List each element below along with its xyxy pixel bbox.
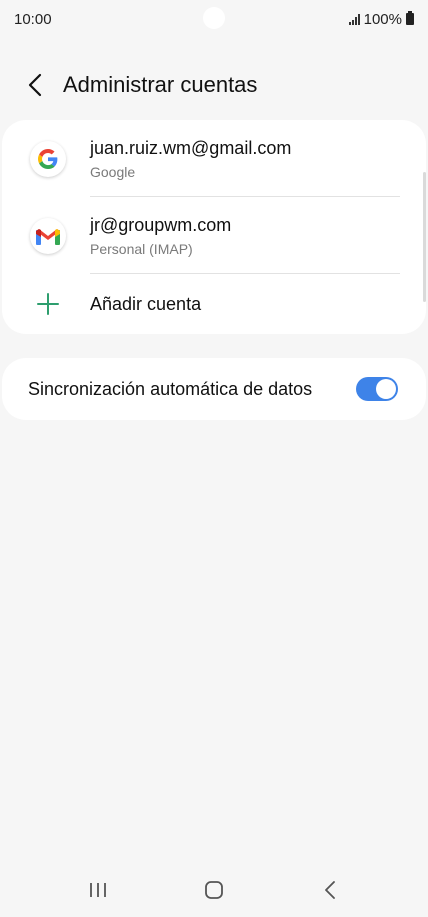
add-account-label: Añadir cuenta: [90, 293, 202, 314]
google-icon: [30, 140, 66, 177]
account-type: Personal (IMAP): [90, 241, 193, 257]
battery-icon: [406, 11, 414, 25]
back-button[interactable]: [12, 62, 58, 108]
navigation-bar: [0, 863, 428, 917]
camera-cutout: [203, 7, 225, 29]
home-icon: [205, 881, 223, 899]
account-text: juan.ruiz.wm@gmail.com Google: [90, 136, 291, 182]
signal-icon: [348, 13, 360, 25]
account-email: jr@groupwm.com: [90, 215, 232, 235]
status-time: 10:00: [14, 10, 52, 28]
accounts-card: juan.ruiz.wm@gmail.com Google jr@groupwm…: [2, 120, 426, 334]
sync-label: Sincronización automática de datos: [28, 378, 313, 399]
add-account-button[interactable]: Añadir cuenta: [2, 274, 426, 334]
page-title: Administrar cuentas: [63, 72, 258, 97]
account-email: juan.ruiz.wm@gmail.com: [90, 138, 292, 158]
toggle-knob: [376, 379, 396, 399]
sync-toggle[interactable]: [356, 377, 398, 401]
sync-card[interactable]: Sincronización automática de datos: [2, 358, 426, 420]
recents-icon: [90, 883, 106, 897]
nav-back-button[interactable]: [305, 870, 355, 910]
home-button[interactable]: [189, 870, 239, 910]
account-type: Google: [90, 164, 136, 180]
back-icon: [325, 881, 335, 899]
battery-percent: 100%: [363, 10, 402, 28]
gmail-icon: [30, 217, 66, 254]
scrollbar[interactable]: [423, 172, 426, 302]
plus-icon: [37, 293, 59, 315]
chevron-left-icon: [28, 73, 42, 97]
account-text: jr@groupwm.com Personal (IMAP): [90, 213, 231, 259]
account-row-google[interactable]: juan.ruiz.wm@gmail.com Google: [2, 120, 426, 197]
status-right: 100%: [348, 10, 414, 28]
header: Administrar cuentas: [0, 62, 428, 108]
recents-button[interactable]: [73, 870, 123, 910]
account-row-imap[interactable]: jr@groupwm.com Personal (IMAP): [2, 197, 426, 274]
